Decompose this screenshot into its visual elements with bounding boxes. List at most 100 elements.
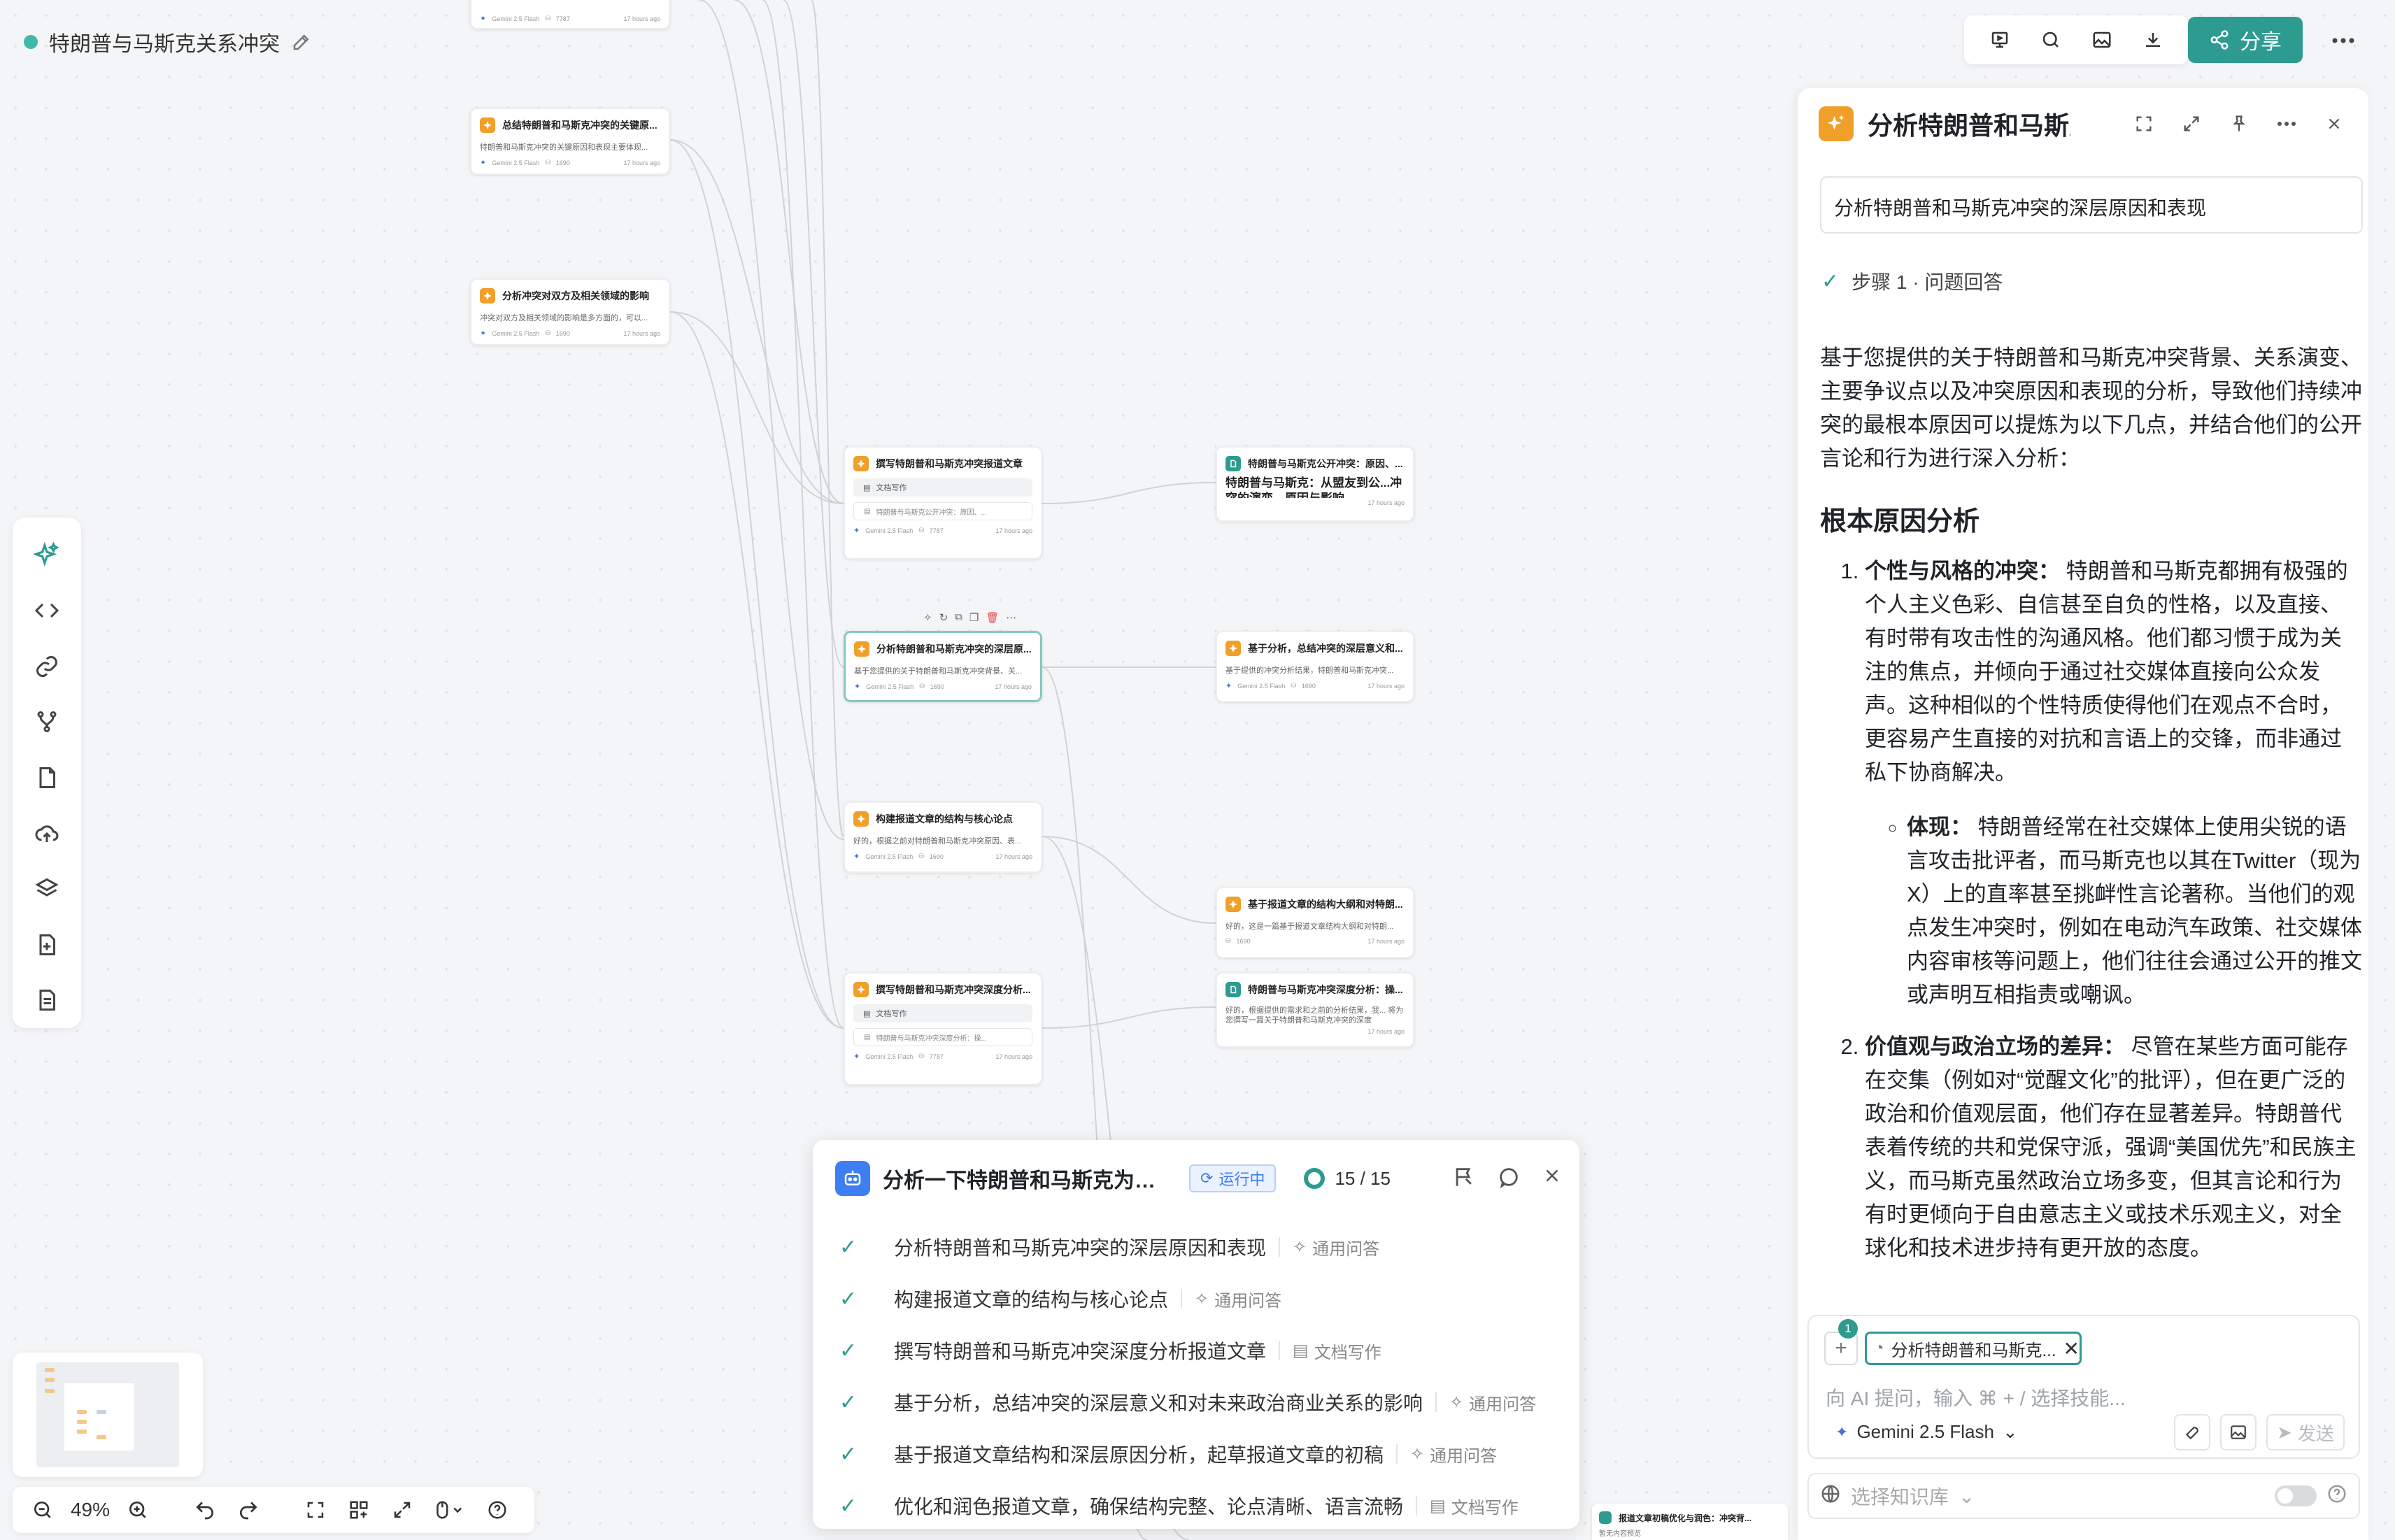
canvas-node[interactable]: 撰写特朗普和马斯克冲突深度分析... ▤ 文档写作 ▤ 特朗普与马斯克冲突深度分析：… <box>844 972 1042 1085</box>
undo-icon[interactable] <box>185 1490 225 1530</box>
canvas-node[interactable]: 总结特朗普和马斯克冲突的关键原... 特朗普和马斯克冲突的关键原因和表现主要体现… <box>470 108 670 175</box>
share-button[interactable]: 分享 <box>2188 17 2303 63</box>
add-context-button[interactable]: + 1 <box>1824 1319 1858 1365</box>
task-item[interactable]: ✓ 构建报道文章的结构与核心论点 ✧ 通用问答 <box>839 1273 1560 1325</box>
expand-icon[interactable] <box>382 1490 422 1530</box>
minimap[interactable] <box>13 1353 203 1477</box>
context-chip[interactable]: ◔ 分析特朗普和马斯克... ✕ <box>1865 1332 2082 1365</box>
token-icon: ⛁ <box>545 15 550 22</box>
zoom-out-icon[interactable] <box>22 1490 63 1530</box>
branch-icon[interactable] <box>24 700 69 745</box>
send-button[interactable]: ➤ 发送 <box>2266 1414 2345 1450</box>
file-add-icon[interactable] <box>24 922 69 967</box>
task-item-type-label: 文档写作 <box>1314 1343 1381 1362</box>
more-icon[interactable]: ⋯ <box>1006 611 1016 624</box>
check-icon: ✓ <box>839 1287 858 1311</box>
chat-input[interactable]: 向 AI 提问，输入 ⌘ + / 选择技能... <box>1826 1383 2126 1411</box>
document-icon[interactable] <box>24 755 69 800</box>
expand-icon[interactable] <box>2175 108 2208 140</box>
link-icon[interactable] <box>24 644 69 689</box>
chat-icon[interactable] <box>1497 1165 1521 1192</box>
rerun-icon[interactable]: ↻ <box>939 611 948 624</box>
image-icon[interactable] <box>2085 23 2119 57</box>
token-icon: ⛁ <box>918 853 924 860</box>
knowledge-base-toggle[interactable] <box>2275 1485 2317 1506</box>
canvas-node[interactable]: 报道文章初稿优化与润色：冲突背... 暂无内容预览 <box>1592 1504 1788 1540</box>
minimap-node <box>77 1410 87 1414</box>
code-icon[interactable] <box>24 589 69 634</box>
canvas-node-selected[interactable]: 分析特朗普和马斯克冲突的深层原... 基于您提供的关于特朗普和马斯克冲突背景、关… <box>844 631 1042 702</box>
node-reference[interactable]: ▤ 特朗普与马斯克公开冲突：原因、... <box>853 502 1032 520</box>
tool-icon[interactable] <box>2174 1414 2210 1450</box>
more-icon[interactable] <box>2270 108 2303 140</box>
edge <box>811 0 844 837</box>
fit-view-icon[interactable] <box>295 1490 336 1530</box>
check-icon: ✓ <box>839 1339 858 1362</box>
cloud-upload-icon[interactable] <box>24 811 69 856</box>
node-reference[interactable]: ▤ 特朗普与马斯克冲突深度分析：操... <box>853 1028 1032 1046</box>
doc-icon: ▤ <box>864 507 871 515</box>
canvas-node[interactable]: ✦ Gemini 2.5 Flash ⛁ 7787 17 hours ago <box>470 0 670 29</box>
canvas-node[interactable]: 构建报道文章的结构与核心论点 好的，根据之前对特朗普和马斯克冲突原因、表... … <box>844 801 1042 873</box>
fullscreen-icon[interactable] <box>2128 108 2160 140</box>
knowledge-base-selector[interactable]: 选择知识库 ⌄ <box>1807 1473 2360 1519</box>
file-text-icon[interactable] <box>24 978 69 1023</box>
canvas-node[interactable]: 基于报道文章的结构大纲和对特朗... 好的，这是一篇基于报道文章结构大纲和对特朗… <box>1216 887 1414 958</box>
node-title: 构建报道文章的结构与核心论点 <box>876 813 1013 825</box>
node-title: 总结特朗普和马斯克冲突的关键原... <box>502 120 658 131</box>
task-progress-panel: 分析一下特朗普和马斯克为什么... ⟳ 运行中 15 / 15 ✓ 分析特朗普和马斯… <box>813 1140 1579 1529</box>
help-icon[interactable] <box>477 1490 518 1530</box>
duplicate-icon[interactable]: ❐ <box>969 611 979 624</box>
image-upload-icon[interactable] <box>2220 1414 2257 1450</box>
task-item-type: ▤ 文档写作 <box>1293 1339 1381 1363</box>
chat-composer: + 1 ◔ 分析特朗普和马斯克... ✕ 向 AI 提问，输入 ⌘ + / 选择… <box>1807 1315 2360 1459</box>
model-selector[interactable]: ✦ Gemini 2.5 Flash ⌄ <box>1835 1421 2018 1443</box>
task-item[interactable]: ✓ 基于报道文章结构和深层原因分析，起草报道文章的初稿 ✧ 通用问答 <box>839 1428 1560 1480</box>
layers-icon[interactable] <box>24 867 69 911</box>
token-icon: ⛁ <box>918 1053 924 1060</box>
check-icon: ✓ <box>839 1235 858 1259</box>
more-icon[interactable] <box>2322 20 2364 62</box>
task-item[interactable]: ✓ 撰写特朗普和马斯克冲突深度分析报道文章 ▤ 文档写作 <box>839 1325 1560 1376</box>
canvas-node[interactable]: 分析冲突对双方及相关领域的影响 冲突对双方及相关领域的影响是多方面的，可以...… <box>470 278 670 345</box>
task-item[interactable]: ✓ 优化和润色报道文章，确保结构完整、论点清晰、语言流畅 ▤ 文档写作 <box>839 1480 1560 1532</box>
ai-sparkle-icon[interactable]: ✧ <box>923 611 932 624</box>
query-field[interactable]: 分析特朗普和马斯克冲突的深层原因和表现 <box>1820 176 2363 234</box>
step-indicator[interactable]: ✓ 步骤 1 · 问题回答 <box>1821 267 2003 295</box>
node-model: Gemini 2.5 Flash <box>492 159 540 166</box>
edge <box>1042 836 1216 924</box>
help-icon[interactable] <box>2326 1483 2347 1509</box>
ai-sparkle-icon[interactable] <box>24 533 69 578</box>
close-icon[interactable] <box>2318 108 2350 140</box>
page-title: 特朗普与马斯克关系冲突 <box>49 33 280 56</box>
zoom-in-icon[interactable] <box>118 1490 158 1530</box>
gemini-icon: ✦ <box>853 527 860 535</box>
node-reference-label: 特朗普与马斯克公开冲突：原因、... <box>876 508 987 517</box>
node-title: 特朗普与马斯克冲突深度分析：操... <box>1248 984 1403 995</box>
canvas-node[interactable]: 特朗普与马斯克公开冲突：原因、... 特朗普与马斯克：从盟友到公...冲突的演变… <box>1216 446 1414 522</box>
remove-context-icon[interactable]: ✕ <box>2063 1337 2080 1360</box>
minimap-viewport[interactable] <box>64 1383 134 1450</box>
redo-icon[interactable] <box>228 1490 269 1530</box>
edit-icon[interactable] <box>291 31 312 52</box>
canvas-node[interactable]: 撰写特朗普和马斯克冲突报道文章 ▤ 文档写作 ▤ 特朗普与马斯克公开冲突：原因、..… <box>844 446 1042 559</box>
layout-icon[interactable] <box>339 1490 379 1530</box>
task-item[interactable]: ✓ 基于分析，总结冲突的深层意义和对未来政治商业关系的影响 ✧ 通用问答 <box>839 1376 1560 1428</box>
mouse-mode-icon[interactable] <box>425 1490 474 1530</box>
presentation-icon[interactable] <box>1983 23 2017 57</box>
flag-icon[interactable] <box>1452 1165 1476 1192</box>
close-icon[interactable] <box>1542 1165 1563 1192</box>
pin-icon[interactable] <box>2223 108 2255 140</box>
gemini-icon: ✦ <box>1225 682 1232 690</box>
zoom-level[interactable]: 49% <box>66 1499 115 1521</box>
delete-icon[interactable]: 🗑 <box>986 611 999 624</box>
download-icon[interactable] <box>2136 23 2170 57</box>
canvas-node[interactable]: 基于分析，总结冲突的深层意义和... 基于提供的冲突分析结果，特朗普和马斯克冲突… <box>1216 631 1414 702</box>
task-item[interactable]: ✓ 分析特朗普和马斯克冲突的深层原因和表现 ✧ 通用问答 <box>839 1221 1560 1273</box>
top-toolbar <box>1964 15 2188 64</box>
canvas-node[interactable]: 特朗普与马斯克冲突深度分析：操... 好的，根据提供的需求和之前的分析结果，我.… <box>1216 972 1414 1048</box>
search-icon[interactable] <box>2034 23 2068 57</box>
minimap-node <box>45 1389 55 1393</box>
copy-icon[interactable]: ⧉ <box>955 611 962 624</box>
edge <box>762 0 844 1029</box>
